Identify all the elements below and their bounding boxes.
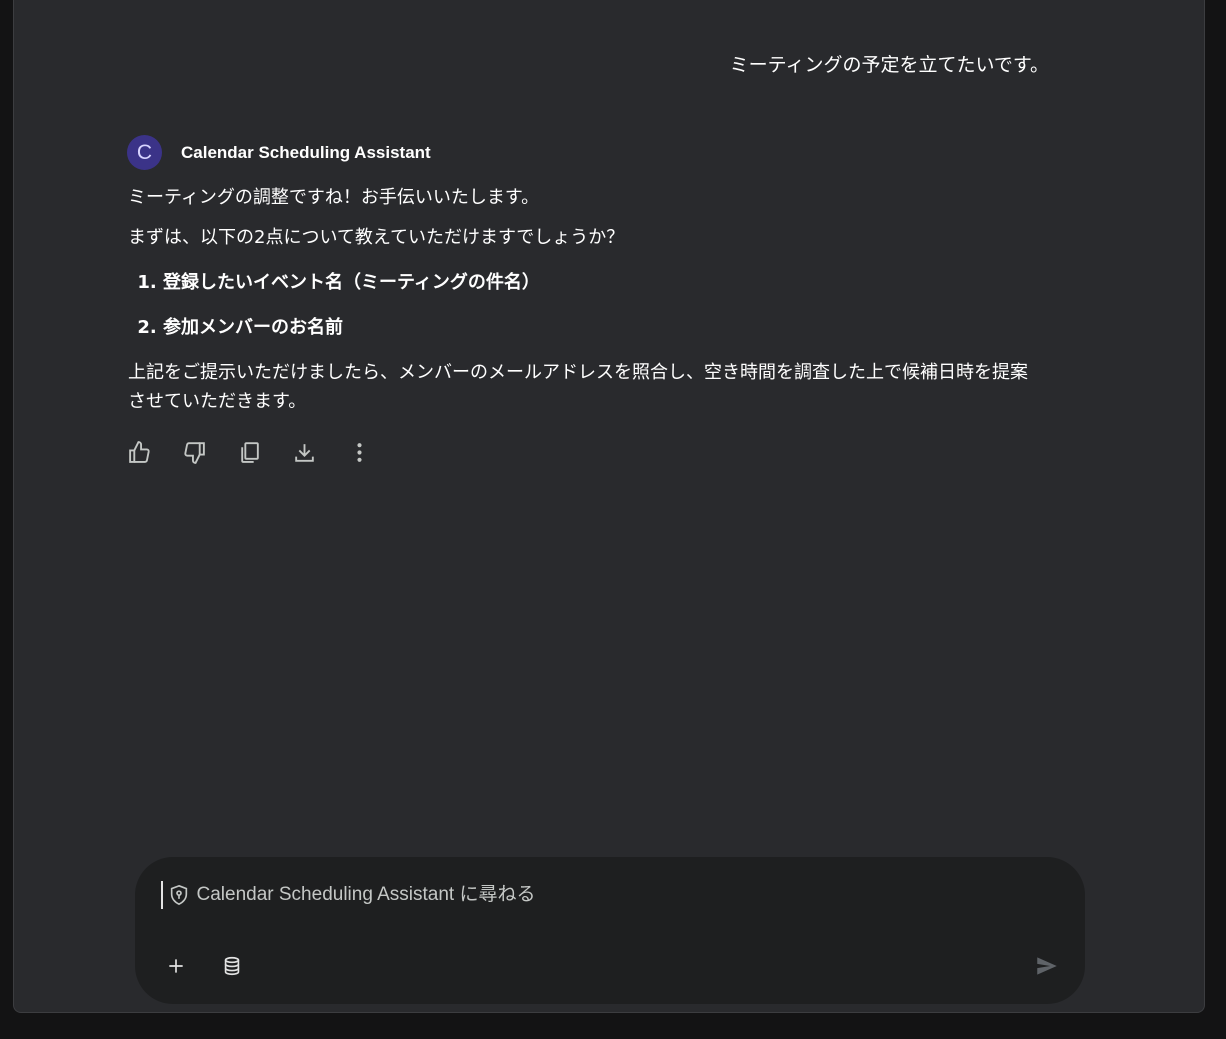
shield-icon [170,884,187,906]
add-button[interactable] [163,953,189,979]
user-message: ミーティングの予定を立てたいです。 [729,54,1049,76]
database-icon [224,956,240,976]
more-vert-icon [357,443,362,462]
thumbs-up-icon [129,441,150,463]
more-options-button[interactable] [347,440,372,465]
response-list: 登録したいイベント名（ミーティングの件名） 参加メンバーのお名前 [128,268,1028,342]
avatar: C [127,135,162,170]
data-source-button[interactable] [219,953,245,979]
response-intro: ミーティングの調整ですね！お手伝いいたします。 [128,187,540,208]
text-caret [161,881,163,909]
assistant-response: ミーティングの調整ですね！お手伝いいたします。 まずは、以下の2点について教えて… [128,183,1028,416]
assistant-name: Calendar Scheduling Assistant [181,142,431,162]
assistant-header: C Calendar Scheduling Assistant [127,135,431,170]
list-item: 登録したいイベント名（ミーティングの件名） [163,268,1028,297]
thumbs-down-button[interactable] [182,440,207,465]
plus-icon [169,959,183,973]
copy-button[interactable] [237,440,262,465]
chat-window: ミーティングの予定を立てたいです。 C Calendar Scheduling … [13,0,1205,1013]
send-button[interactable] [1033,952,1061,980]
response-question: まずは、以下の2点について教えていただけますでしょうか？ [128,227,625,248]
thumbs-up-button[interactable] [127,440,152,465]
prompt-input-box [135,857,1085,1004]
prompt-input[interactable] [194,883,799,907]
response-actions [127,440,372,465]
send-icon [1037,957,1057,975]
input-line [161,881,799,909]
copy-icon [241,442,259,463]
thumbs-down-icon [184,442,205,464]
list-item: 参加メンバーのお名前 [163,313,1028,342]
download-icon [295,444,314,462]
response-closing: 上記をご提示いただけましたら、メンバーのメールアドレスを照合し、空き時間を調査し… [128,362,1028,412]
download-button[interactable] [292,440,317,465]
